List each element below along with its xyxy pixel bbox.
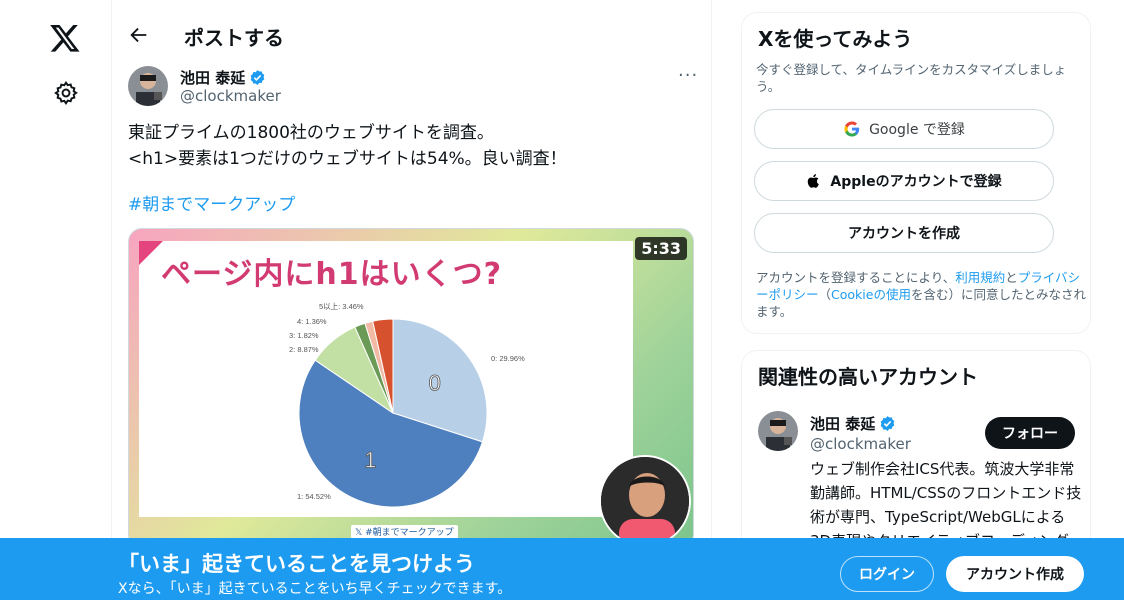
x-small-icon: 𝕏 — [355, 528, 366, 538]
post-text-line: <h1>要素は1つだけのウェブサイトは54%。良い調査！ — [128, 149, 567, 169]
signup-subtitle: 今すぐ登録して、タイムラインをカスタマイズしましょう。 — [756, 62, 1067, 94]
video-caption-tag: 𝕏 #朝までマークアップ — [351, 525, 458, 539]
related-name[interactable]: 池田 泰延 — [810, 413, 896, 434]
related-name-text: 池田 泰延 — [810, 415, 876, 433]
apple-signup-button[interactable]: Appleのアカウントで登録 — [754, 161, 1054, 201]
page-title: ポストする — [184, 26, 284, 50]
signup-legal-text: アカウントを登録することにより、利用規約とプライバシーポリシー（Cookieの使… — [756, 269, 1086, 320]
apple-signup-label: Appleのアカウントで登録 — [830, 174, 1002, 190]
main-column: ポストする 池田 泰延 @clockmaker ··· 東証プライムの1800社… — [112, 0, 712, 600]
author-name[interactable]: 池田 泰延 — [180, 67, 266, 88]
x-logo-icon[interactable] — [48, 22, 86, 56]
author-handle[interactable]: @clockmaker — [180, 87, 281, 105]
legal-text: （ — [818, 287, 832, 302]
terms-link[interactable]: 利用規約 — [955, 270, 1005, 285]
post-text-line: 東証プライムの1800社のウェブサイトを調査。 — [128, 123, 494, 143]
google-icon — [844, 121, 860, 137]
pie-data-label: 4: 1.36% — [297, 317, 327, 326]
post-media-video[interactable]: ページ内にh1はいくつ? 0 0: 29.96% 1 1: 54.52% 2: 8.87… — [128, 228, 694, 548]
caption-tag-text: #朝までマークアップ — [365, 528, 454, 538]
pie-slice-big-label: 1 — [364, 447, 376, 472]
post-header: ポストする — [112, 0, 712, 70]
pie-data-label: 0: 29.96% — [491, 354, 525, 363]
apple-icon — [808, 174, 820, 188]
verified-badge-icon — [880, 416, 895, 431]
signup-card: Xを使ってみよう 今すぐ登録して、タイムラインをカスタマイズしましょう。 Goo… — [741, 12, 1091, 334]
settings-gear-icon[interactable] — [53, 80, 79, 106]
signup-button[interactable]: アカウント作成 — [946, 556, 1084, 592]
related-avatar[interactable] — [758, 411, 798, 451]
author-name-text: 池田 泰延 — [180, 69, 246, 87]
cookie-use-link[interactable]: Cookieの使用 — [831, 287, 911, 302]
google-signup-button[interactable]: Google で登録 — [754, 109, 1054, 149]
legal-text: と — [1005, 270, 1018, 285]
legal-text: アカウントを登録することにより、 — [756, 270, 956, 285]
signup-title: Xを使ってみよう — [758, 27, 913, 51]
pie-data-label: 5以上: 3.46% — [319, 302, 364, 311]
banner-title: 「いま」起きていることを見つけよう — [118, 552, 475, 576]
bottom-signup-banner: 「いま」起きていることを見つけよう Xなら、「いま」起きていることをいち早くチェ… — [0, 538, 1124, 600]
post-hashtag-link[interactable]: #朝までマークアップ — [128, 190, 295, 215]
google-signup-label: Google で登録 — [869, 122, 965, 138]
video-duration-badge: 5:33 — [635, 237, 687, 260]
login-button[interactable]: ログイン — [840, 556, 934, 592]
create-account-button[interactable]: アカウントを作成 — [754, 213, 1054, 253]
author-avatar[interactable] — [128, 66, 168, 106]
pie-chart: 0 0: 29.96% 1 1: 54.52% 2: 8.87% 3: 1.82% 4: 1… — [289, 302, 525, 508]
related-handle[interactable]: @clockmaker — [810, 435, 911, 453]
more-options-icon[interactable]: ··· — [678, 67, 698, 88]
back-arrow-icon[interactable] — [128, 24, 150, 46]
verified-badge-icon — [250, 70, 265, 85]
pie-data-label: 1: 54.52% — [297, 492, 331, 501]
pie-data-label: 3: 1.82% — [289, 331, 319, 340]
create-account-label: アカウントを作成 — [848, 226, 960, 242]
page: ポストする 池田 泰延 @clockmaker ··· 東証プライムの1800社… — [0, 0, 1124, 600]
post-text: 東証プライムの1800社のウェブサイトを調査。 <h1>要素は1つだけのウェブサ… — [128, 120, 688, 172]
left-nav — [0, 0, 112, 600]
pie-slice-big-label: 0 — [429, 371, 441, 396]
speaker-video-thumbnail — [599, 455, 691, 547]
post-author: 池田 泰延 @clockmaker ··· — [128, 66, 698, 108]
related-title: 関連性の高いアカウント — [758, 365, 978, 389]
banner-subtitle: Xなら、「いま」起きていることをいち早くチェックできます。 — [118, 581, 512, 597]
pie-data-label: 2: 8.87% — [289, 345, 319, 354]
slide-frame: ページ内にh1はいくつ? 0 0: 29.96% 1 1: 54.52% 2: 8.87… — [139, 241, 633, 517]
follow-button[interactable]: フォロー — [985, 417, 1075, 449]
